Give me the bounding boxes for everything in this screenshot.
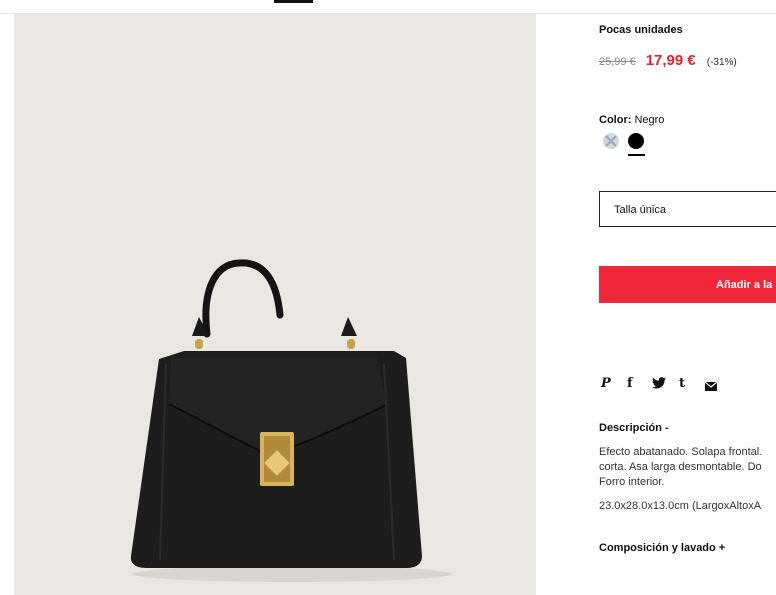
- facebook-icon[interactable]: f: [627, 376, 633, 392]
- size-selector[interactable]: Talla única: [599, 191, 776, 227]
- discount-badge: (-31%): [706, 57, 737, 68]
- pinterest-icon[interactable]: P: [601, 376, 611, 392]
- size-value: Talla única: [614, 204, 666, 216]
- description-text: Efecto abatanado. Solapa frontal. corta.…: [599, 446, 763, 488]
- color-label: Color:: [599, 114, 632, 126]
- mail-icon[interactable]: [704, 379, 718, 395]
- add-to-bag-label: Añadir a la: [716, 279, 773, 291]
- color-selector-label: Color: Negro: [599, 114, 664, 126]
- active-tab-indicator: [274, 0, 313, 3]
- selected-swatch-indicator: [628, 154, 645, 156]
- description-toggle[interactable]: Descripción -: [599, 422, 669, 434]
- price-row: 25,99 € 17,99 € (-31%): [599, 52, 737, 69]
- stock-status: Pocas unidades: [599, 24, 683, 36]
- color-swatch-black[interactable]: [628, 133, 644, 149]
- twitter-icon[interactable]: [652, 377, 666, 393]
- color-value: Negro: [634, 114, 665, 126]
- original-price: 25,99 €: [599, 56, 636, 68]
- color-swatch-light-unavailable[interactable]: [603, 133, 619, 149]
- handbag-illustration: [130, 259, 452, 582]
- sale-price: 17,99 €: [645, 52, 696, 69]
- composition-toggle[interactable]: Composición y lavado +: [599, 542, 725, 554]
- product-info-panel: Pocas unidades 25,99 € 17,99 € (-31%) Co…: [599, 0, 776, 595]
- add-to-bag-button[interactable]: Añadir a la: [599, 266, 776, 303]
- product-image[interactable]: [14, 14, 536, 595]
- product-dimensions: 23.0x28.0x13.0cm (LargoxAltoxA: [599, 500, 762, 512]
- tumblr-icon[interactable]: t: [679, 376, 685, 392]
